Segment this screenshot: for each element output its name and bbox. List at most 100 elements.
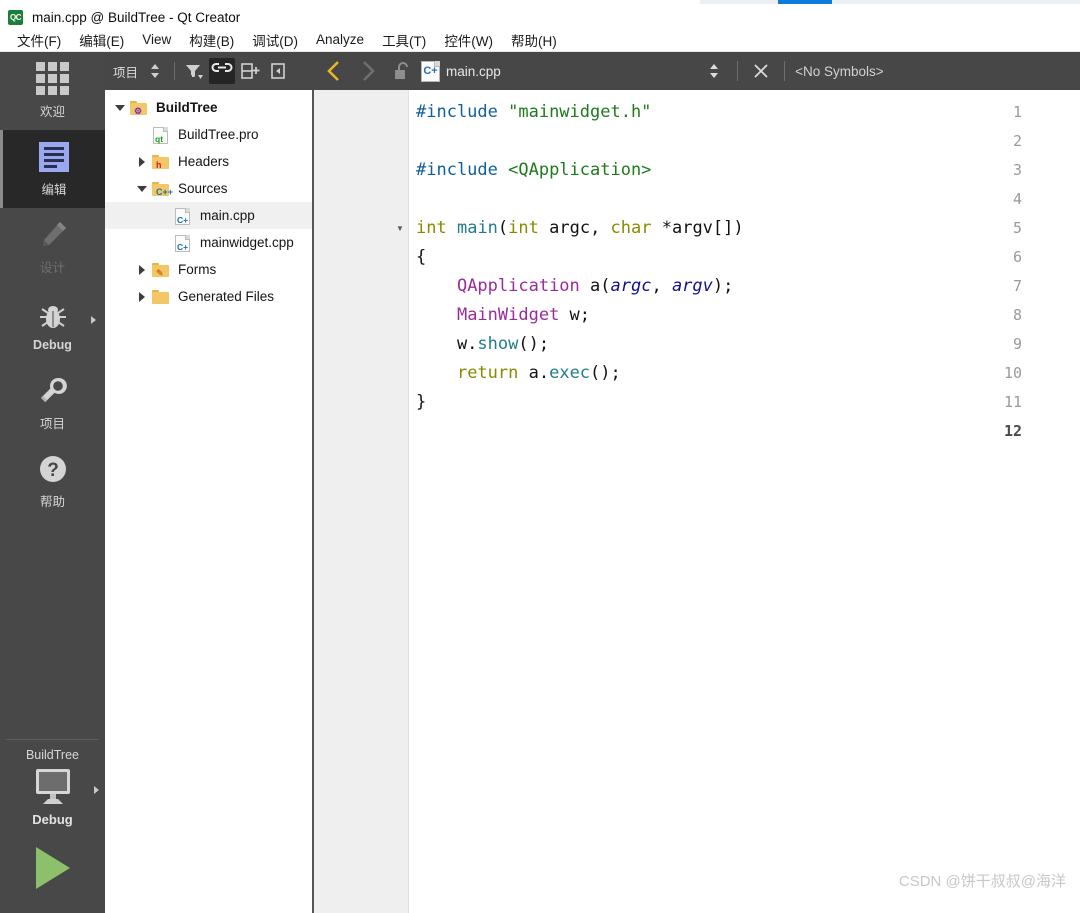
chevron-right-icon[interactable]	[135, 290, 149, 304]
folder-icon: ✎	[151, 261, 171, 279]
unlock-icon[interactable]	[387, 58, 417, 84]
menu-analyze[interactable]: Analyze	[307, 30, 373, 49]
code-token: main	[456, 218, 498, 238]
close-editor-icon[interactable]	[748, 58, 774, 84]
run-button[interactable]	[0, 833, 105, 909]
tree-row-label: main.cpp	[200, 207, 255, 223]
sidebar-item-debug[interactable]: Debug	[0, 286, 105, 364]
back-arrow-icon[interactable]	[319, 58, 349, 84]
chevron-down-icon[interactable]	[113, 101, 127, 115]
code-token: MainWidget	[456, 305, 560, 325]
line-number: 2	[1012, 132, 1022, 150]
code-token: <QApplication>	[508, 160, 652, 180]
code-token: w;	[559, 305, 591, 325]
code-token: ();	[590, 363, 621, 383]
code-token: exec	[549, 363, 591, 383]
open-file-name: main.cpp	[446, 63, 501, 79]
code-editor[interactable]: #include "mainwidget.h" #include <QApplic…	[314, 90, 1080, 913]
code-line: int main(int argc, char *argv[])	[416, 214, 744, 243]
sidebar-item-edit[interactable]: 编辑	[0, 130, 105, 208]
sidebar-item-welcome[interactable]: 欢迎	[0, 52, 105, 130]
line-number: 5	[1012, 219, 1022, 237]
sidebar-item-help-label: 帮助	[39, 495, 65, 509]
tree-row[interactable]: C+ main.cpp	[105, 202, 312, 229]
sidebar-item-help[interactable]: ? 帮助	[0, 442, 105, 520]
menu-help-label: 帮助(H)	[511, 33, 557, 49]
sidebar-item-design[interactable]: 设计	[0, 208, 105, 286]
menu-file[interactable]: 文件(F)	[8, 28, 70, 52]
chevron-right-icon	[91, 316, 96, 324]
code-token: show	[477, 334, 519, 354]
folder-icon	[151, 288, 171, 306]
menu-tools[interactable]: 工具(T)	[373, 28, 435, 52]
sidebar-item-projects[interactable]: 项目	[0, 364, 105, 442]
fold-marker-icon[interactable]: ▼	[394, 214, 406, 243]
code-line: QApplication a(argc, argv);	[416, 272, 733, 301]
menu-edit[interactable]: 编辑(E)	[70, 28, 133, 52]
chevron-right-icon[interactable]	[135, 263, 149, 277]
split-add-icon[interactable]	[237, 58, 263, 84]
kit-project-name: BuildTree	[25, 748, 80, 762]
taskbar-strip	[700, 0, 1080, 4]
title-bar: QC main.cpp @ BuildTree - Qt Creator	[0, 6, 1080, 28]
qt-creator-window: QC main.cpp @ BuildTree - Qt Creator 文件(…	[0, 0, 1080, 913]
tree-row[interactable]: C++ Sources	[105, 175, 312, 202]
menu-view[interactable]: View	[133, 30, 180, 49]
tree-row-label: BuildTree.pro	[178, 126, 259, 142]
code-line: }	[416, 388, 426, 417]
tree-row-label: Generated Files	[178, 288, 275, 304]
kit-build-config: Debug	[32, 812, 73, 827]
toolbar-divider-1	[174, 62, 176, 80]
document-lines-icon	[37, 140, 71, 174]
toolbar-divider-2	[737, 61, 739, 81]
forward-arrow-icon[interactable]	[353, 58, 383, 84]
line-number: 11	[1003, 393, 1022, 411]
open-file-combo[interactable]: C+ main.cpp	[421, 60, 501, 82]
line-number: 3	[1012, 161, 1022, 179]
svg-text:?: ?	[47, 460, 59, 481]
menu-widgets[interactable]: 控件(W)	[435, 28, 502, 52]
filter-icon[interactable]	[181, 58, 207, 84]
cpp-file-icon: C+	[421, 60, 440, 82]
chevron-right-icon[interactable]	[135, 155, 149, 169]
menu-view-label: View	[142, 32, 172, 47]
project-tree[interactable]: ⚙ BuildTree qt BuildTree.pro h Headers C++ Sour…	[105, 90, 312, 913]
menu-build[interactable]: 构建(B)	[180, 28, 243, 52]
code-token: #include	[416, 160, 509, 180]
kit-target[interactable]: Debug	[0, 766, 105, 833]
code-line: MainWidget w;	[416, 301, 590, 330]
updown-arrows-icon[interactable]	[142, 58, 168, 84]
file-updown-arrows-icon[interactable]	[701, 58, 727, 84]
monitor-icon	[29, 766, 77, 808]
menu-widgets-label: 控件(W)	[444, 33, 494, 49]
code-line: #include <QApplication>	[416, 156, 651, 185]
symbols-combo[interactable]: <No Symbols>	[795, 64, 884, 79]
link-icon[interactable]	[209, 58, 236, 84]
nav-view-label[interactable]: 项目	[113, 62, 140, 81]
tree-row[interactable]: qt BuildTree.pro	[105, 121, 312, 148]
line-number: 12	[1003, 422, 1022, 440]
sidebar-item-projects-label: 项目	[39, 417, 65, 431]
menu-file-label: 文件(F)	[17, 33, 62, 49]
code-token: char	[610, 218, 652, 238]
tree-row[interactable]: C+ mainwidget.cpp	[105, 229, 312, 256]
sidebar-item-debug-label: Debug	[33, 337, 72, 352]
tree-row[interactable]: h Headers	[105, 148, 312, 175]
kit-selector[interactable]: BuildTree Debug	[0, 739, 105, 913]
sidebar-item-edit-label: 编辑	[41, 183, 67, 197]
code-token: a.	[518, 363, 550, 383]
code-token: "mainwidget.h"	[508, 102, 652, 122]
code-token: #include	[416, 102, 509, 122]
sidebar-toggle-icon[interactable]	[265, 58, 291, 84]
tree-row[interactable]: ✎ Forms	[105, 256, 312, 283]
tree-row[interactable]: Generated Files	[105, 283, 312, 310]
code-token: ,	[651, 276, 672, 296]
tree-row[interactable]: ⚙ BuildTree	[105, 94, 312, 121]
chevron-down-icon[interactable]	[135, 182, 149, 196]
menu-help[interactable]: 帮助(H)	[502, 28, 566, 52]
menu-debug[interactable]: 调试(D)	[243, 28, 307, 52]
line-number: 7	[1012, 277, 1022, 295]
code-token: ();	[518, 334, 550, 354]
